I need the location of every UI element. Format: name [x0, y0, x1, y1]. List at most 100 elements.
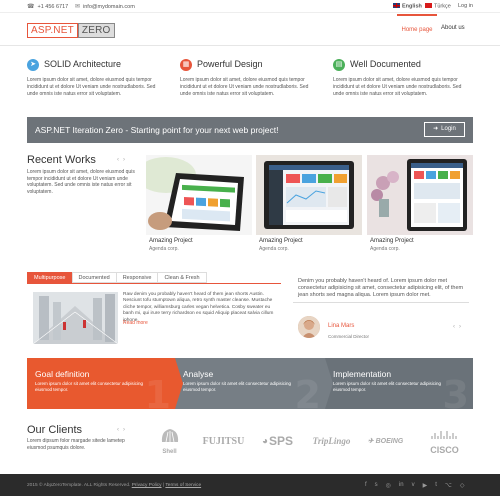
dribbble-icon[interactable]: ◎	[386, 482, 391, 489]
feature-title: Powerful Design	[197, 59, 263, 69]
privacy-policy-link[interactable]: Privacy Policy	[132, 483, 162, 488]
client-name: BOEING	[375, 437, 404, 445]
client-logo-shell[interactable]: Shell	[145, 425, 194, 457]
shell-logo-wrap: Shell	[160, 428, 180, 455]
client-name: SPS	[269, 434, 294, 448]
work-subtitle: Agenda corp.	[370, 246, 400, 252]
step-number: 2	[294, 373, 321, 409]
client-name: TripLingo	[312, 436, 351, 446]
step-number: 1	[144, 373, 171, 409]
client-name: FUJITSU	[202, 435, 245, 447]
step-number: 3	[442, 373, 469, 409]
tablet-photo-image[interactable]	[367, 155, 473, 235]
step-goal-definition: Goal definition Lorem ipsum dolor sit am…	[27, 358, 175, 409]
testimonial: Denim you probably haven't heard of. Lor…	[293, 272, 473, 345]
work-title: Amazing Project	[149, 238, 193, 244]
work-subtitle: Agenda corp.	[259, 246, 289, 252]
tab-multipurpose[interactable]: Multipurpose	[27, 272, 72, 283]
step-text: Lorem ipsum dolor sit amet elit consecte…	[183, 381, 292, 392]
info-icon: ➤	[27, 59, 39, 71]
feature-title: Well Documented	[350, 59, 421, 69]
tablet-photo-svg	[256, 155, 362, 235]
facebook-icon[interactable]: f	[365, 482, 367, 489]
boeing-icon: ✈	[367, 438, 374, 445]
nav-about-us[interactable]: About us	[441, 14, 465, 46]
turkey-flag-icon	[425, 3, 432, 8]
client-logo-cisco[interactable]: CISCO	[420, 425, 469, 457]
banner-login-button[interactable]: ➜ Login	[424, 122, 465, 137]
vimeo-icon[interactable]: v	[412, 482, 415, 489]
chevron-right-icon[interactable]: ›	[123, 157, 129, 163]
avatar	[298, 316, 320, 338]
phone-number: +1 456 6717	[37, 4, 69, 10]
feature-text: Lorem ipsum dolor sit amet, dolore eiusm…	[333, 77, 462, 97]
copyright-text: 2015 © AbpZeroTemplate. ALL Rights Reser…	[27, 483, 131, 488]
testimonial-role: Commercial Director	[328, 334, 370, 339]
work-item[interactable]: Amazing Project Agenda corp.	[256, 155, 362, 252]
sps-icon: ◕	[261, 435, 269, 447]
nav-home-page[interactable]: Home page	[397, 14, 437, 46]
testimonial-arrows: ‹›	[453, 324, 465, 330]
linkedin-icon[interactable]: in	[399, 482, 404, 489]
language-turkish-label: Türkçe	[434, 3, 451, 10]
client-name: Shell	[162, 448, 177, 455]
language-english-label: English	[402, 3, 422, 10]
skype-icon[interactable]: s	[375, 482, 378, 489]
client-logo-boeing[interactable]: ✈ BOEING	[361, 425, 410, 457]
promo-banner: ASP.NET Iteration Zero - Starting point …	[27, 117, 473, 143]
dropbox-icon[interactable]: ◇	[460, 482, 465, 489]
building-photo-image	[32, 292, 119, 345]
clients-description: Lorem dipsum folor margade sitede lamete…	[27, 438, 125, 451]
youtube-icon[interactable]: ▶	[423, 482, 428, 489]
twitter-icon[interactable]: t	[435, 482, 437, 489]
phone-icon: ☎	[27, 4, 35, 10]
testimonial-name: Lina Mars	[328, 323, 355, 329]
cisco-icon	[430, 431, 457, 439]
chevron-right-icon[interactable]: ›	[459, 324, 465, 330]
top-login-link[interactable]: Log in	[458, 3, 473, 9]
tab-clean-fresh[interactable]: Clean & Fresh	[157, 272, 207, 283]
banner-login-label: Login	[441, 126, 456, 132]
feature-text: Lorem ipsum dolor sit amet, dolore eiusm…	[180, 77, 309, 97]
work-title: Amazing Project	[259, 238, 303, 244]
tab-documented[interactable]: Documented	[71, 272, 116, 283]
step-title: Goal definition	[35, 369, 90, 379]
phone-contact: ☎ +1 456 6717	[27, 3, 68, 10]
main-navbar: ASP.NET ZERO Home page About us	[0, 14, 500, 46]
testimonial-quote: Denim you probably haven't heard of. Lor…	[298, 278, 464, 298]
logo-text-aspnet: ASP.NET	[27, 23, 78, 38]
email-address[interactable]: info@mydomain.com	[83, 4, 135, 10]
terms-of-service-link[interactable]: Terms of Service	[165, 483, 201, 488]
uk-flag-icon	[393, 3, 400, 8]
footer: 2015 © AbpZeroTemplate. ALL Rights Reser…	[0, 474, 500, 496]
step-title: Implementation	[333, 369, 392, 379]
envelope-icon: ✉	[75, 4, 81, 10]
language-turkish[interactable]: Türkçe	[425, 3, 451, 10]
client-logo-triplingo[interactable]: TripLingo	[307, 425, 356, 457]
read-more-link[interactable]: Read more	[123, 320, 148, 326]
language-english[interactable]: English	[393, 3, 422, 10]
client-logo-fujitsu[interactable]: FUJITSU	[199, 425, 248, 457]
cisco-logo-wrap: CISCO	[430, 427, 460, 455]
tablet-photo-svg	[367, 155, 473, 235]
tab-responsive[interactable]: Responsive	[115, 272, 158, 283]
tablet-photo-image[interactable]	[136, 155, 252, 235]
email-contact[interactable]: ✉ info@mydomain.com	[75, 3, 135, 10]
client-logo-sps[interactable]: ◕ SPS	[253, 425, 302, 457]
work-item[interactable]: Amazing Project Agenda corp.	[367, 155, 473, 252]
github-icon[interactable]: ⌥	[445, 482, 452, 489]
client-name: CISCO	[430, 445, 459, 455]
site-logo[interactable]: ASP.NET ZERO	[27, 23, 115, 38]
testimonial-divider	[293, 302, 469, 303]
document-icon: ▤	[333, 59, 345, 71]
feature-title: SOLID Architecture	[44, 59, 122, 69]
step-analyse: Analyse Lorem ipsum dolor sit amet elit …	[175, 358, 325, 409]
social-links: f s ◎ in v ▶ t ⌥ ◇	[365, 482, 464, 489]
tablet-photo-image[interactable]	[256, 155, 362, 235]
chevron-right-icon[interactable]: ›	[123, 427, 129, 433]
work-item[interactable]: Amazing Project Agenda corp.	[136, 155, 252, 252]
top-bar: ☎ +1 456 6717 ✉ info@mydomain.com English …	[0, 0, 500, 13]
clients-title: Our Clients	[27, 424, 83, 436]
chart-icon: ▦	[180, 59, 192, 71]
avatar-svg	[298, 316, 320, 338]
